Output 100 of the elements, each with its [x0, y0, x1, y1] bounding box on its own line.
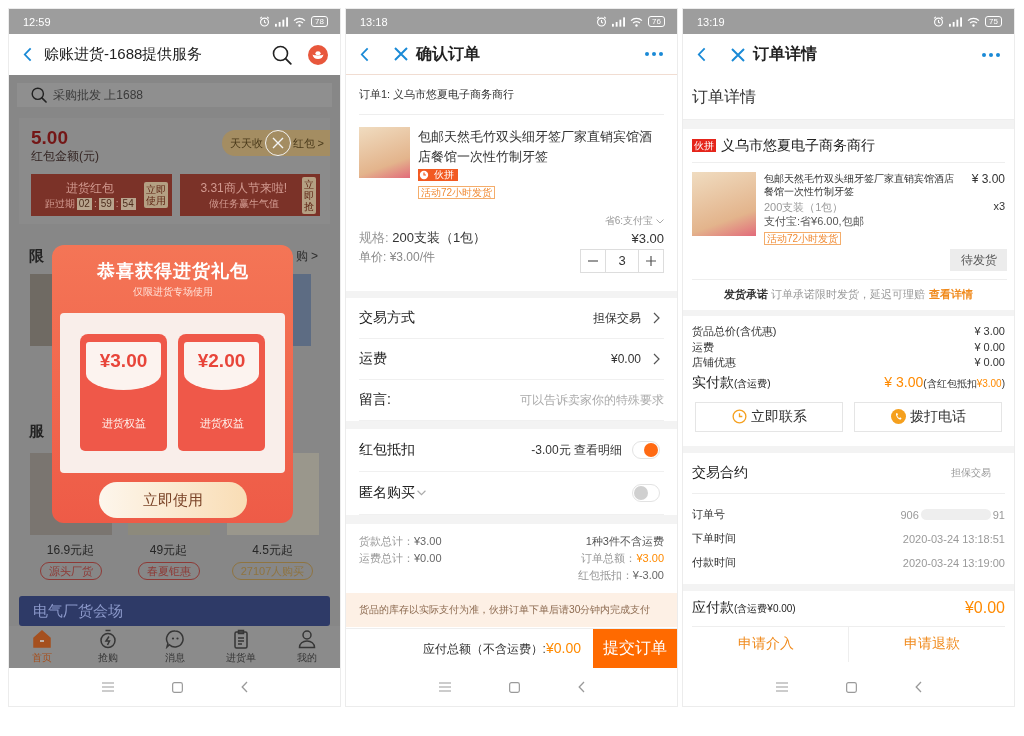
unit-price: 单价: ¥3.00/件	[359, 249, 436, 266]
product-price: ¥3.00	[631, 230, 664, 246]
claim-button[interactable]: 立即使用	[143, 182, 168, 208]
menu-icon[interactable]	[438, 682, 451, 692]
deduction-detail[interactable]: -3.00元 查看明细	[531, 441, 622, 459]
home-icon[interactable]	[508, 681, 520, 693]
clock-icon	[731, 409, 747, 424]
balance-label: 红包金额(元)	[31, 148, 99, 164]
countdown-label: 距过期	[44, 197, 75, 210]
discount-text[interactable]: 省6:支付宝	[604, 215, 653, 227]
product-title: 包邮天然毛竹双头细牙签厂家直销宾馆酒店餐馆一次性竹制牙签	[764, 172, 955, 198]
close-icon[interactable]	[731, 47, 745, 62]
product-price: 16.9元起	[46, 543, 95, 557]
countdown-separator: :	[115, 197, 119, 210]
photo-placeholder	[692, 172, 756, 236]
detail-label: 下单时间	[692, 531, 736, 546]
envelope-label: 进货权益	[199, 416, 244, 431]
chevron-right-icon[interactable]	[653, 353, 660, 365]
coupon-subtitle: 做任务赢牛气值	[208, 197, 279, 210]
more-link[interactable]: 购 >	[295, 247, 318, 265]
section-title: 服	[29, 421, 44, 441]
toggle-switch[interactable]	[632, 484, 660, 502]
group-buy-badge: 伙拼	[692, 139, 716, 152]
submit-order-button[interactable]: 提交订单	[593, 628, 677, 668]
back-icon[interactable]	[914, 681, 922, 693]
view-details-link[interactable]: 查看详情	[928, 288, 973, 302]
option-value[interactable]: 担保交易	[593, 309, 641, 327]
menu-icon[interactable]	[101, 682, 114, 692]
product-title: 包邮天然毛竹双头细牙签厂家直销宾馆酒店餐馆一次性竹制牙签	[418, 129, 653, 166]
toggle-switch[interactable]	[632, 441, 660, 459]
chevron-down-icon[interactable]	[417, 490, 426, 496]
contact-button[interactable]: 立即联系	[695, 401, 843, 432]
countdown-digits: 54	[120, 197, 136, 210]
detail-value: 2020-03-24 13:19:00	[902, 556, 1005, 569]
spec-text: 规格: 200支装（1包）	[359, 229, 487, 247]
detail-label: 订单号	[692, 507, 725, 522]
due-label: 应付款(含运费¥0.00)	[692, 599, 796, 617]
back-icon[interactable]	[697, 47, 706, 62]
cost-value: ¥ 0.00	[974, 355, 1005, 370]
banner[interactable]: 电气厂货会场	[19, 596, 330, 626]
item-count-note: 1种3件不含运费	[584, 534, 664, 549]
search-field[interactable]: 采购批发 上1688	[17, 83, 332, 107]
section-title: 限	[29, 246, 44, 266]
use-now-button[interactable]: 立即使用	[98, 482, 247, 518]
status-time: 13:19	[697, 15, 725, 28]
search-icon[interactable]	[272, 44, 292, 65]
status-time: 12:59	[23, 15, 51, 28]
close-icon	[272, 137, 284, 149]
back-icon[interactable]	[577, 681, 585, 693]
shop-name[interactable]: 义乌市悠夏电子商务商行	[721, 136, 875, 155]
shipping-tag: 活动72小时发货	[418, 186, 496, 199]
back-icon[interactable]	[23, 47, 32, 62]
home-icon[interactable]	[845, 681, 857, 693]
cost-value: ¥ 0.00	[974, 339, 1005, 355]
notice-bar: 货品的库存以实际支付为准，伙拼订单下单后请30分钟内完成支付	[346, 593, 677, 627]
home-icon[interactable]	[171, 681, 183, 693]
tab[interactable]: 消息	[141, 626, 208, 668]
option-label: 红包抵扣	[359, 441, 415, 459]
cost-value: ¥ 3.00	[974, 324, 1005, 339]
contact-button[interactable]: 拨打电话	[854, 401, 1002, 432]
coupon-title: 3.31商人节来啦!	[200, 180, 288, 195]
signal-icon	[612, 16, 626, 27]
claim-button[interactable]: 立即抢	[302, 176, 316, 214]
envelope-amount: ¥3.00	[99, 350, 148, 373]
clock-icon	[418, 169, 430, 181]
photo-placeholder	[359, 127, 410, 178]
page-title: 赊账进货-1688提供服务	[44, 45, 203, 64]
coupon-card[interactable]: 3.31商人节来啦! 做任务赢牛气值 立即抢	[179, 174, 320, 216]
photo-placeholder	[30, 274, 52, 346]
message-field[interactable]: 可以告诉卖家你的特殊要求	[406, 393, 664, 407]
battery-indicator: 76	[648, 16, 665, 27]
chat-icon	[164, 629, 185, 649]
tab[interactable]: 进货单	[207, 626, 274, 668]
summary-line: 红包抵扣：¥-3.00	[577, 568, 664, 583]
more-icon[interactable]	[645, 52, 663, 56]
menu-icon[interactable]	[775, 682, 788, 692]
tab[interactable]: 抢购	[75, 626, 142, 668]
chevron-right-icon[interactable]	[653, 312, 660, 324]
product-price: ¥ 3.00	[971, 172, 1005, 186]
back-icon[interactable]	[360, 46, 369, 62]
banner-title: 电气厂货会场	[33, 602, 123, 619]
coupon-card[interactable]: 进货红包 距过期 02 : 59 : 54 立即使用	[31, 174, 172, 216]
product-price: 49元起	[149, 543, 188, 557]
order-status-button[interactable]: 待发货	[950, 249, 1007, 271]
phone-icon	[890, 409, 906, 424]
close-icon[interactable]	[394, 47, 408, 61]
daily-bonus-button[interactable]: 天天收 红包 >	[221, 130, 330, 156]
wifi-icon	[293, 16, 307, 27]
page-title: 确认订单	[416, 43, 480, 64]
more-icon[interactable]	[982, 52, 1000, 57]
option-label: 交易方式	[359, 309, 415, 327]
tab[interactable]: 我的	[273, 626, 340, 668]
option-value[interactable]: ¥0.00	[610, 352, 641, 366]
paid-label: 实付款(含运费)	[692, 373, 771, 392]
payable-total: 应付总额（不含运费）:¥0.00	[422, 639, 581, 658]
coin-icon[interactable]	[308, 44, 328, 65]
alarm-icon	[259, 16, 271, 27]
detail-label: 付款时间	[692, 555, 736, 570]
chevron-down-icon[interactable]	[656, 218, 664, 224]
back-icon[interactable]	[240, 681, 248, 693]
